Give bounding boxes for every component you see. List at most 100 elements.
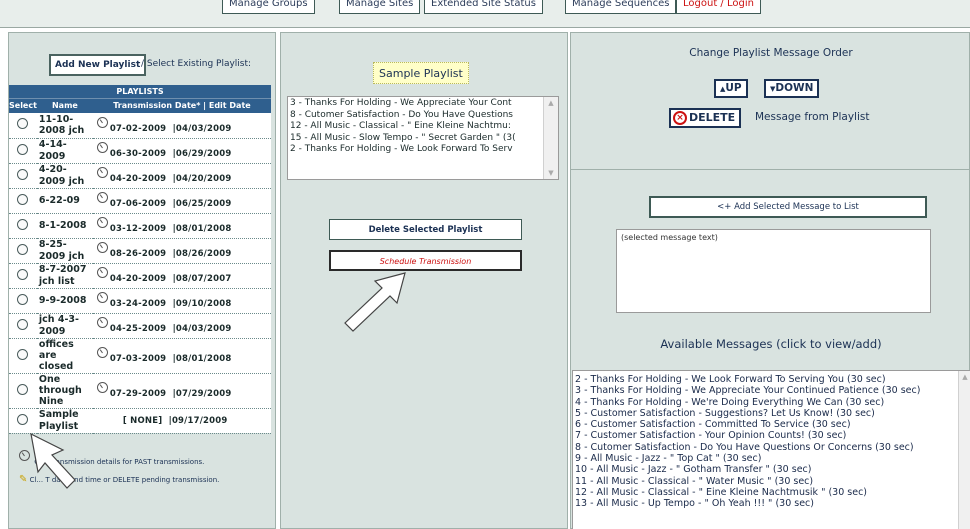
playlist-name[interactable]: 9-9-2008 [36, 288, 93, 314]
clock-icon[interactable] [96, 267, 108, 278]
move-up-button[interactable]: ▲UP [714, 79, 748, 98]
playlist-row[interactable]: jch 4-3-2009 04-25-2009 |04/03/2009 [9, 313, 271, 339]
date-separator: | [166, 174, 176, 184]
playlist-radio[interactable] [17, 348, 29, 360]
manage-groups-button[interactable]: Manage Groups [222, 0, 315, 14]
playlist-name[interactable]: One through Nine [36, 373, 93, 409]
manage-sequences-button[interactable]: Manage Sequences [565, 0, 677, 14]
available-message-item[interactable]: 4 - Thanks For Holding - We're Doing Eve… [575, 397, 970, 408]
transmission-date[interactable]: 08-26-2009 [110, 249, 166, 259]
playlist-name[interactable]: 6-22-09 [36, 188, 93, 214]
transmission-date[interactable]: 07-03-2009 [110, 354, 166, 364]
playlist-radio[interactable] [17, 143, 29, 155]
transmission-date[interactable]: 07-29-2009 [110, 389, 166, 399]
available-message-item[interactable]: 12 - All Music - Classical - " Eine Klei… [575, 487, 970, 498]
playlist-name[interactable]: 4-20-2009 jch [36, 163, 93, 189]
clock-icon[interactable] [96, 382, 108, 394]
playlist-radio[interactable] [17, 218, 29, 230]
date-separator: | [166, 149, 176, 159]
transmission-date[interactable]: [ NONE] [123, 416, 162, 426]
playlist-name[interactable]: jch 4-3-2009 [36, 313, 93, 339]
move-down-button[interactable]: ▼DOWN [764, 79, 820, 98]
playlist-radio[interactable] [17, 318, 29, 330]
playlist-message-item[interactable]: 3 - Thanks For Holding - We Appreciate Y… [290, 98, 542, 110]
playlist-row[interactable]: 6-22-09 07-06-2009 |06/25/2009 [9, 188, 271, 214]
playlist-name[interactable]: 8-7-2007 jch list [36, 263, 93, 289]
clock-icon[interactable] [96, 217, 108, 228]
clock-icon[interactable] [96, 192, 108, 203]
transmission-date[interactable]: 04-20-2009 [110, 174, 166, 184]
playlist-messages-scrollbar[interactable]: ▲ ▼ [543, 97, 558, 179]
transmission-date[interactable]: 03-12-2009 [110, 224, 166, 234]
playlist-row[interactable]: 9-9-2008 03-24-2009 |09/10/2008 [9, 288, 271, 314]
delete-selected-playlist-button[interactable]: Delete Selected Playlist [329, 219, 522, 240]
delete-label: DELETE [689, 111, 736, 124]
transmission-date[interactable]: 04-25-2009 [110, 324, 166, 334]
logout-login-button[interactable]: Logout / Login [676, 0, 761, 14]
col-select: Select [9, 97, 37, 113]
playlist-messages-list[interactable]: 3 - Thanks For Holding - We Appreciate Y… [287, 96, 559, 180]
available-message-item[interactable]: 10 - All Music - Jazz - " Gotham Transfe… [575, 464, 970, 475]
clock-icon[interactable] [96, 116, 108, 128]
playlist-row[interactable]: offices are closed 07-03-2009 |08/01/2008 [9, 338, 271, 374]
clock-icon[interactable] [96, 292, 108, 303]
transmission-date[interactable]: 03-24-2009 [110, 299, 166, 309]
playlist-row[interactable]: 8-1-2008 03-12-2009 |08/01/2008 [9, 213, 271, 239]
clock-icon[interactable] [96, 242, 108, 253]
scroll-up-icon[interactable]: ▲ [546, 98, 556, 108]
transmission-date[interactable]: 07-02-2009 [110, 124, 166, 134]
transmission-date[interactable]: 04-20-2009 [110, 274, 166, 284]
playlist-message-item[interactable]: 8 - Cutomer Satisfaction - Do You Have Q… [290, 110, 542, 122]
clock-icon[interactable] [96, 347, 108, 359]
available-message-item[interactable]: 8 - Cutomer Satisfaction - Do You Have Q… [575, 442, 970, 453]
playlist-row[interactable]: One through Nine 07-29-2009 |07/29/2009 [9, 373, 271, 409]
transmission-date[interactable]: 07-06-2009 [110, 199, 166, 209]
playlist-name[interactable]: offices are closed [36, 338, 93, 374]
playlist-radio[interactable] [17, 168, 29, 180]
available-messages-list[interactable]: 2 - Thanks For Holding - We Look Forward… [572, 370, 970, 529]
available-message-item[interactable]: 9 - All Music - Jazz - " Top Cat " (30 s… [575, 453, 970, 464]
scroll-down-icon[interactable]: ▼ [546, 168, 556, 178]
add-new-playlist-button[interactable]: Add New Playlist [49, 54, 147, 76]
clock-icon[interactable] [96, 167, 108, 178]
playlist-radio[interactable] [17, 383, 29, 395]
clock-icon[interactable] [96, 317, 108, 328]
available-message-item[interactable]: 7 - Customer Satisfaction - Your Opinion… [575, 430, 970, 441]
playlist-name[interactable]: 8-25-2009 jch [36, 238, 93, 264]
extended-site-status-button[interactable]: Extended Site Status [424, 0, 543, 14]
playlist-message-item[interactable]: 12 - All Music - Classical - " Eine Klei… [290, 121, 542, 133]
date-separator: | [166, 389, 176, 400]
playlist-radio[interactable] [17, 413, 29, 425]
playlist-radio[interactable] [17, 268, 29, 280]
available-message-item[interactable]: 5 - Customer Satisfaction - Suggestions?… [575, 408, 970, 419]
add-selected-message-button[interactable]: <+ Add Selected Message to List [649, 196, 927, 218]
playlist-name[interactable]: 8-1-2008 [36, 213, 93, 239]
playlist-row[interactable]: 8-7-2007 jch list 04-20-2009 |08/07/2007 [9, 263, 271, 289]
available-message-item[interactable]: 13 - All Music - Up Tempo - " Oh Yeah !!… [575, 498, 970, 509]
available-message-item[interactable]: 3 - Thanks For Holding - We Appreciate Y… [575, 385, 970, 396]
playlist-row[interactable]: 4-14-2009 06-30-2009 |06/29/2009 [9, 138, 271, 164]
playlist-message-item[interactable]: 2 - Thanks For Holding - We Look Forward… [290, 144, 542, 156]
playlist-row[interactable]: 4-20-2009 jch 04-20-2009 |04/20/2009 [9, 163, 271, 189]
schedule-transmission-button[interactable]: Schedule Transmission [329, 250, 522, 271]
playlist-radio[interactable] [17, 118, 29, 130]
manage-sites-button[interactable]: Manage Sites [339, 0, 421, 14]
transmission-date[interactable]: 06-30-2009 [110, 149, 166, 159]
playlist-name[interactable]: 11-10-2008 jch [36, 113, 93, 139]
playlist-row[interactable]: 11-10-2008 jch 07-02-2009 |04/03/2009 [9, 113, 271, 139]
playlist-message-item[interactable]: 15 - All Music - Slow Tempo - " Secret G… [290, 133, 542, 145]
delete-message-button[interactable]: × DELETE [669, 108, 742, 128]
playlist-radio[interactable] [17, 293, 29, 305]
playlist-radio[interactable] [17, 243, 29, 255]
available-messages-scrollbar[interactable]: ▲ [958, 371, 970, 529]
scroll-up-icon[interactable]: ▲ [960, 372, 970, 382]
playlist-dates: 03-24-2009 |09/10/2008 [92, 288, 271, 314]
selected-message-text[interactable]: (selected message text) [616, 229, 931, 313]
playlist-radio[interactable] [17, 193, 29, 205]
available-message-item[interactable]: 2 - Thanks For Holding - We Look Forward… [575, 374, 970, 385]
playlist-name[interactable]: 4-14-2009 [36, 138, 93, 164]
available-message-item[interactable]: 11 - All Music - Classical - " Water Mus… [575, 476, 970, 487]
clock-icon[interactable] [96, 142, 108, 153]
playlist-row[interactable]: 8-25-2009 jch 08-26-2009 |08/26/2009 [9, 238, 271, 264]
available-message-item[interactable]: 6 - Customer Satisfaction - Committed To… [575, 419, 970, 430]
